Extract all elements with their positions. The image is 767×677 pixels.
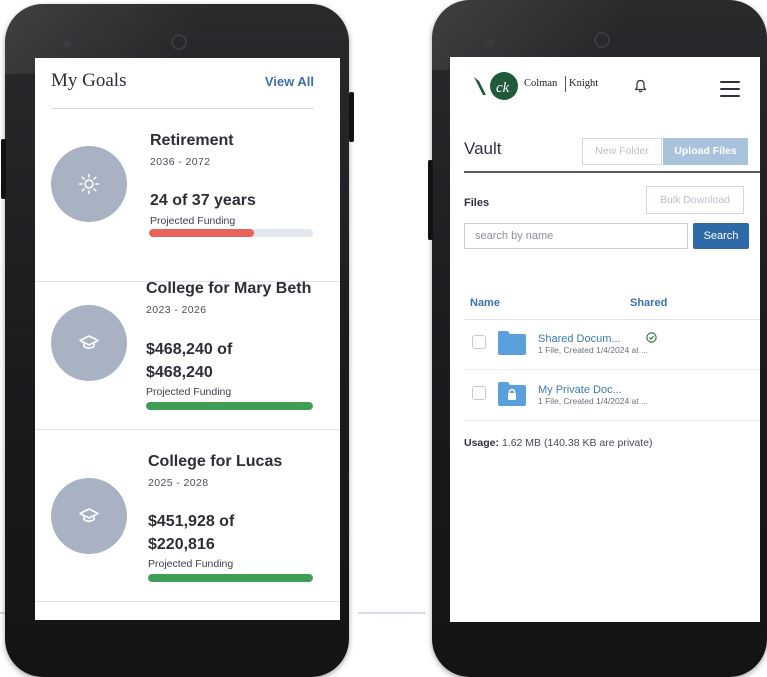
projected-funding-label: Projected Funding	[146, 386, 232, 398]
goal-years: 2023 - 2026	[146, 304, 207, 316]
file-row[interactable]: My Private Doc... 1 File, Created 1/4/20…	[464, 370, 760, 421]
brand-name-right: Knight	[569, 78, 599, 89]
file-meta: 1 File, Created 1/4/2024 at ...	[538, 396, 649, 406]
folder-icon	[498, 331, 526, 355]
graduation-cap-icon	[79, 335, 99, 350]
page-title: My Goals	[51, 70, 127, 91]
projected-funding-bar	[146, 402, 313, 410]
goal-name: College for Mary Beth	[146, 280, 312, 297]
goal-amount: $451,928 of $220,816	[148, 510, 234, 556]
file-meta: 1 File, Created 1/4/2024 at ...	[538, 345, 649, 355]
svg-text:ck: ck	[496, 80, 510, 96]
locked-folder-icon	[498, 382, 526, 406]
files-section-label: Files	[464, 197, 490, 209]
projected-funding-label: Projected Funding	[148, 558, 234, 570]
bulk-download-button[interactable]: Bulk Download	[646, 186, 744, 214]
row-checkbox[interactable]	[472, 335, 486, 349]
file-name-link[interactable]: Shared Docum...	[538, 333, 621, 345]
vault-screen: ck Colman Knight Vault New Folder Upload…	[450, 57, 760, 622]
title-divider	[464, 171, 760, 173]
phone-speaker	[63, 40, 71, 48]
app-header: ck Colman Knight	[450, 57, 760, 115]
phone-side-button	[349, 92, 354, 142]
upload-files-button[interactable]: Upload Files	[663, 138, 748, 165]
phone-camera	[171, 34, 187, 50]
usage-value: 1.62 MB (140.38 KB are private)	[501, 437, 653, 449]
sun-icon	[78, 173, 100, 195]
goal-icon-circle	[51, 146, 127, 222]
row-checkbox[interactable]	[472, 386, 486, 400]
brand-name-left: Colman	[524, 78, 558, 89]
projected-funding-bar	[149, 229, 313, 237]
file-name-link[interactable]: My Private Doc...	[538, 384, 622, 396]
goal-amount-line: $468,240 of	[146, 341, 233, 358]
goal-years: 2036 - 2072	[150, 156, 211, 168]
column-header-shared[interactable]: Shared	[630, 297, 667, 309]
phone-side-button	[428, 160, 433, 240]
column-header-name[interactable]: Name	[470, 297, 500, 309]
phone-side-button	[1, 139, 6, 199]
goal-amount-line: $220,816	[148, 536, 215, 553]
file-row[interactable]: Shared Docum... 1 File, Created 1/4/2024…	[464, 319, 760, 370]
graduation-cap-icon	[79, 508, 99, 523]
new-folder-button[interactable]: New Folder	[582, 138, 662, 165]
goals-header: My Goals View All	[51, 58, 314, 109]
storage-usage: Usage: 1.62 MB (140.38 KB are private)	[464, 437, 653, 449]
goals-screen: My Goals View All Retirement 2036 - 2072…	[35, 58, 340, 620]
goal-amount: $468,240 of $468,240	[146, 338, 232, 384]
progress-fill	[149, 229, 254, 237]
phone-speaker	[486, 38, 494, 46]
page-title: Vault	[464, 139, 502, 158]
hamburger-menu-icon[interactable]	[720, 81, 740, 102]
projected-funding-label: Projected Funding	[150, 215, 236, 227]
shared-check-icon	[646, 332, 657, 343]
goal-amount-line: $451,928 of	[148, 513, 235, 530]
goal-icon-circle	[51, 478, 127, 554]
progress-fill	[148, 574, 313, 582]
usage-label: Usage:	[464, 437, 500, 449]
bell-icon[interactable]	[634, 79, 647, 93]
goal-years: 2025 - 2028	[148, 477, 209, 489]
search-button[interactable]: Search	[693, 223, 749, 249]
goal-name: Retirement	[150, 132, 234, 149]
brand-divider	[565, 76, 566, 92]
right-phone-frame: ck Colman Knight Vault New Folder Upload…	[428, 0, 767, 677]
phone-camera	[594, 32, 610, 48]
goal-name: College for Lucas	[148, 453, 283, 470]
goal-icon-circle	[51, 305, 127, 381]
goal-amount-line: $468,240	[146, 364, 213, 381]
progress-fill	[146, 402, 313, 410]
background-divider	[358, 612, 426, 614]
search-input[interactable]	[464, 223, 688, 249]
view-all-link[interactable]: View All	[265, 74, 314, 89]
goal-amount: 24 of 37 years	[150, 192, 256, 209]
brand-logo-icon: ck	[474, 72, 518, 100]
goal-card-college-mary-beth[interactable]: College for Mary Beth 2023 - 2026 $468,2…	[35, 257, 340, 430]
projected-funding-bar	[148, 574, 313, 582]
left-phone-frame: My Goals View All Retirement 2036 - 2072…	[1, 4, 354, 677]
goal-card-college-lucas[interactable]: College for Lucas 2025 - 2028 $451,928 o…	[35, 429, 340, 602]
